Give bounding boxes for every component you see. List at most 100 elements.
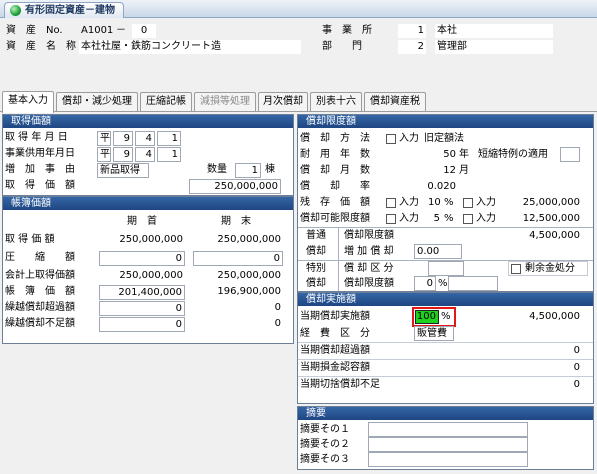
acquisition-title: 取得価額 xyxy=(3,115,293,128)
normal-limit-label: 償却限度額 xyxy=(344,230,394,241)
acq-year-field[interactable]: 9 xyxy=(113,131,133,146)
surplus-group: 剰余金処分 xyxy=(508,261,588,276)
book-row-end[interactable]: 250,000,000 xyxy=(193,233,283,247)
qty-field[interactable]: 1 xyxy=(235,163,261,178)
rate-field[interactable]: 0.020 xyxy=(424,180,458,194)
asset-no-field[interactable]: A1001 xyxy=(79,24,115,38)
summary-row-field[interactable] xyxy=(368,422,528,437)
dept-name-field[interactable]: 管理部 xyxy=(435,40,553,54)
actual-pct-sign: % xyxy=(441,311,451,322)
app-icon xyxy=(10,5,21,16)
tab-asset-tax[interactable]: 償却資産税 xyxy=(364,92,426,112)
tab-compression[interactable]: 圧縮記帳 xyxy=(140,92,192,112)
book-row-end[interactable]: 0 xyxy=(193,317,283,331)
acquisition-panel: 取得価額 取 得 年 月 日 平 9 4 1 事業供用年月日 平 9 4 1 増… xyxy=(2,114,294,196)
use-era-field[interactable]: 平 xyxy=(97,147,111,162)
residual-label: 残 存 価 額 xyxy=(300,197,370,208)
summary-row-field[interactable] xyxy=(368,452,528,467)
life-field[interactable]: 50 xyxy=(424,148,458,162)
book-row-label: 繰越償却不足額 xyxy=(5,318,75,329)
special-pct-sign: % xyxy=(438,278,448,289)
asset-dash: － xyxy=(116,25,126,36)
residual-pct-field[interactable]: 10 xyxy=(426,196,442,210)
special-apply-field[interactable] xyxy=(560,147,580,162)
use-year-field[interactable]: 9 xyxy=(113,147,133,162)
increase-field[interactable]: 0.00 xyxy=(414,244,462,259)
office-name-field[interactable]: 本社 xyxy=(435,24,553,38)
window-tab[interactable]: 有形固定資産－建物 xyxy=(4,2,124,18)
residual-input-label: 入力 xyxy=(399,197,419,208)
limitamt-input-checkbox[interactable] xyxy=(386,214,396,224)
reason-label: 増 加 事 由 xyxy=(5,164,75,175)
expense-field[interactable]: 販管費 xyxy=(414,326,454,341)
special-class-field[interactable] xyxy=(428,261,464,276)
actual-row-value[interactable]: 0 xyxy=(498,361,582,375)
acq-day-field[interactable]: 1 xyxy=(157,131,181,146)
limitamt-field[interactable]: 12,500,000 xyxy=(498,212,582,226)
special-limit-field[interactable] xyxy=(448,276,498,291)
tab-basic-input[interactable]: 基本入力 xyxy=(2,91,54,113)
special-apply-label: 短縮特例の適用 xyxy=(478,149,548,160)
summary-row-field[interactable] xyxy=(368,437,528,452)
divider xyxy=(338,227,339,291)
book-row-end[interactable]: 250,000,000 xyxy=(193,269,283,283)
surplus-checkbox[interactable] xyxy=(511,264,521,274)
dept-code-field[interactable]: 2 xyxy=(398,40,426,54)
actual-title: 償却実施額 xyxy=(298,293,593,306)
asset-name-label: 資 産 名 称 xyxy=(6,41,76,52)
residual-input-checkbox[interactable] xyxy=(386,198,396,208)
actual-panel: 償却実施額 当期償却実施額 100 % 4,500,000 経 費 区 分 販管… xyxy=(297,292,594,404)
limitamt-input2-label: 入力 xyxy=(476,213,496,224)
residual-input2-checkbox[interactable] xyxy=(463,198,473,208)
cost-field[interactable]: 250,000,000 xyxy=(189,179,281,194)
book-row-label: 圧 縮 額 xyxy=(5,252,75,263)
tab-schedule16[interactable]: 別表十六 xyxy=(310,92,362,112)
acq-era-field[interactable]: 平 xyxy=(97,131,111,146)
expense-label: 経 費 区 分 xyxy=(300,328,370,339)
reason-field[interactable]: 新品取得 xyxy=(97,163,149,178)
cost-label: 取 得 価 額 xyxy=(5,180,75,191)
limitamt-pct-sign: % xyxy=(444,213,454,224)
book-row-label: 会計上取得価額 xyxy=(5,270,75,281)
book-row-end[interactable]: 0 xyxy=(193,301,283,315)
window-titlebar: 有形固定資産－建物 xyxy=(0,0,597,18)
limit-panel: 償却限度額 償 却 方 法 入力 旧定額法 耐 用 年 数 50 年 短縮特例の… xyxy=(297,114,594,292)
book-row-begin[interactable]: 0 xyxy=(99,251,185,266)
asset-name-field[interactable]: 本社社屋・鉄筋コンクリート造 xyxy=(79,40,301,54)
limitamt-pct-field[interactable]: 5 xyxy=(426,212,442,226)
actual-row-value[interactable]: 0 xyxy=(498,344,582,358)
use-date-label: 事業供用年月日 xyxy=(5,148,75,159)
limitamt-input2-checkbox[interactable] xyxy=(463,214,473,224)
actual-pct-field[interactable]: 100 xyxy=(415,310,439,324)
office-code-field[interactable]: 1 xyxy=(398,24,426,38)
acq-month-field[interactable]: 4 xyxy=(135,131,155,146)
tab-depreciation[interactable]: 償却・減少処理 xyxy=(56,92,138,112)
actual-row-label: 当期償却超過額 xyxy=(300,345,370,356)
book-row-begin[interactable]: 201,400,000 xyxy=(99,285,185,300)
book-row-label: 取 得 価 額 xyxy=(5,234,55,245)
book-row-end[interactable]: 196,900,000 xyxy=(193,285,283,299)
tab-monthly[interactable]: 月次償却 xyxy=(258,92,308,112)
dept-label: 部 門 xyxy=(322,41,362,52)
book-row-begin[interactable]: 250,000,000 xyxy=(99,233,185,247)
book-row-begin[interactable]: 0 xyxy=(99,301,185,316)
method-input-checkbox[interactable] xyxy=(386,134,396,144)
use-month-field[interactable]: 4 xyxy=(135,147,155,162)
book-row-end[interactable]: 0 xyxy=(193,251,283,266)
actual-row-value[interactable]: 0 xyxy=(498,378,582,392)
use-day-field[interactable]: 1 xyxy=(157,147,181,162)
asset-sub-field[interactable]: 0 xyxy=(132,24,156,38)
special-limit-label: 償却限度額 xyxy=(344,278,394,289)
book-row-begin[interactable]: 0 xyxy=(99,317,185,332)
book-row-label: 帳 簿 価 額 xyxy=(5,286,75,297)
method-label: 償 却 方 法 xyxy=(300,133,370,144)
actual-amount-field[interactable]: 4,500,000 xyxy=(498,310,582,324)
book-row-begin[interactable]: 250,000,000 xyxy=(99,269,185,283)
residual-field[interactable]: 25,000,000 xyxy=(498,196,582,210)
office-label: 事 業 所 xyxy=(322,25,372,36)
normal-limit-field[interactable]: 4,500,000 xyxy=(498,229,582,243)
residual-input2-label: 入力 xyxy=(476,197,496,208)
months-field[interactable]: 12 xyxy=(424,164,458,178)
special-pct-field[interactable]: 0 xyxy=(414,276,436,291)
normal-label-1: 普通 xyxy=(306,230,326,241)
